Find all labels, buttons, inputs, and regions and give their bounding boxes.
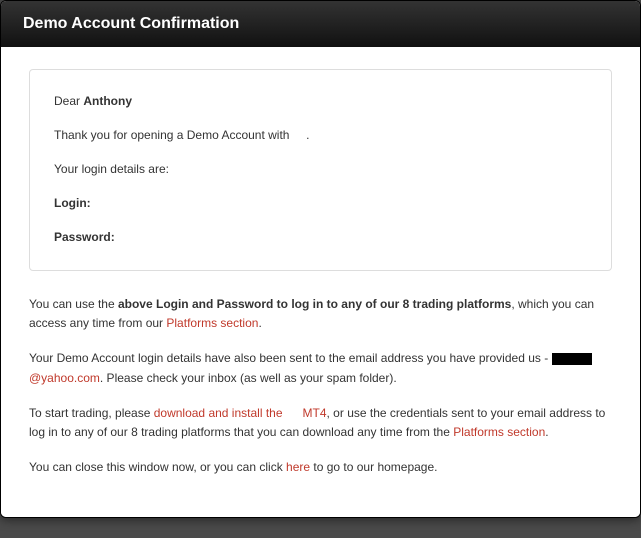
platforms-section-link[interactable]: Platforms section [166, 316, 258, 330]
greeting-prefix: Dear [54, 94, 83, 108]
body-content: You can use the above Login and Password… [29, 295, 612, 477]
p2-prefix: Your Demo Account login details have als… [29, 351, 552, 365]
recipient-name: Anthony [83, 94, 132, 108]
p3-prefix: To start trading, please [29, 406, 154, 420]
modal-title: Demo Account Confirmation [23, 15, 239, 32]
p4-prefix: You can close this window now, or you ca… [29, 460, 286, 474]
password-row: Password: [54, 228, 587, 246]
login-details-intro: Your login details are: [54, 160, 587, 178]
login-details-box: Dear Anthony Thank you for opening a Dem… [29, 69, 612, 271]
p3-suffix: . [545, 425, 548, 439]
email-redacted [552, 353, 592, 365]
p1-suffix: . [258, 316, 261, 330]
thank-you-text: Thank you for opening a Demo Account wit… [54, 128, 293, 142]
login-label: Login: [54, 196, 91, 210]
p4-suffix: to go to our homepage. [310, 460, 437, 474]
p2-suffix: . Please check your inbox (as well as yo… [100, 371, 397, 385]
thank-you-suffix: . [306, 128, 309, 142]
paragraph-email: Your Demo Account login details have als… [29, 349, 612, 387]
p1-bold: above Login and Password to log in to an… [118, 297, 511, 311]
modal-header: Demo Account Confirmation [1, 1, 640, 47]
broker-name-blank [293, 128, 306, 142]
paragraph-close: You can close this window now, or you ca… [29, 458, 612, 477]
email-visible: @yahoo.com [29, 371, 100, 385]
confirmation-modal: Demo Account Confirmation Dear Anthony T… [0, 0, 641, 518]
thank-you-line: Thank you for opening a Demo Account wit… [54, 126, 587, 144]
platforms-section-link-2[interactable]: Platforms section [453, 425, 545, 439]
modal-body: Dear Anthony Thank you for opening a Dem… [1, 47, 640, 517]
greeting-line: Dear Anthony [54, 92, 587, 110]
download-mt4-link[interactable]: download and install the MT4 [154, 406, 327, 420]
p3-link1-gap [286, 406, 299, 420]
p3-link1-suffix: MT4 [299, 406, 326, 420]
paragraph-download: To start trading, please download and in… [29, 404, 612, 442]
p3-link1-text: download and install the [154, 406, 286, 420]
homepage-link[interactable]: here [286, 460, 310, 474]
p1-prefix: You can use the [29, 297, 118, 311]
paragraph-platforms: You can use the above Login and Password… [29, 295, 612, 333]
login-row: Login: [54, 194, 587, 212]
password-label: Password: [54, 230, 115, 244]
